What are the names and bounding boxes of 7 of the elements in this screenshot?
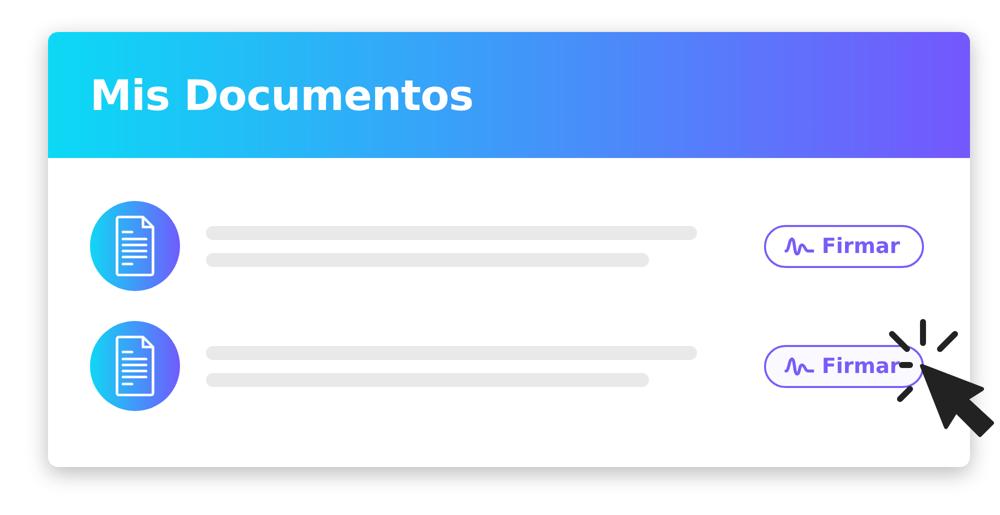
card-title: Mis Documentos [90,70,474,120]
document-icon [90,201,180,291]
sign-button[interactable]: Firmar [764,224,924,268]
signature-icon [784,356,814,376]
sign-button[interactable]: Firmar [764,344,924,388]
document-icon [90,321,180,411]
signature-icon [784,236,814,256]
